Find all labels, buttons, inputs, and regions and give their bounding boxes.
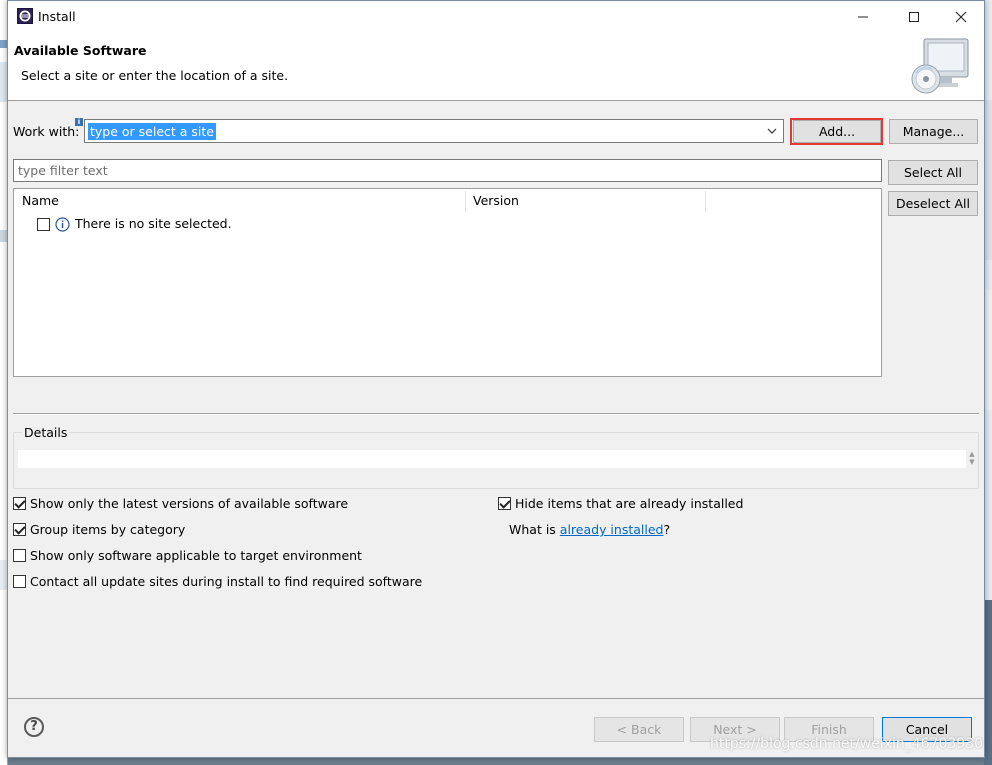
work-with-combo[interactable]: type or select a site xyxy=(84,119,784,143)
latest-versions-label[interactable]: Show only the latest versions of availab… xyxy=(30,496,348,511)
maximize-icon xyxy=(909,11,919,22)
select-all-button[interactable]: Select All xyxy=(888,160,978,185)
chevron-down-icon[interactable] xyxy=(765,124,779,138)
column-header-name[interactable]: Name xyxy=(14,189,465,213)
page-description: Select a site or enter the location of a… xyxy=(21,68,289,83)
already-installed-prefix: What is xyxy=(509,522,560,537)
group-by-category-label[interactable]: Group items by category xyxy=(30,522,185,537)
group-by-category-option[interactable]: Group items by category xyxy=(13,521,213,539)
contact-update-sites-label[interactable]: Contact all update sites during install … xyxy=(30,574,422,589)
minimize-button[interactable] xyxy=(840,1,886,32)
install-dialog: Install Available Software Select a site… xyxy=(7,0,985,758)
latest-versions-option[interactable]: Show only the latest versions of availab… xyxy=(13,495,348,513)
hide-installed-checkbox[interactable] xyxy=(498,497,511,510)
manage-sites-button[interactable]: Manage... xyxy=(889,119,978,144)
latest-versions-checkbox[interactable] xyxy=(13,497,26,510)
work-with-selected-text[interactable]: type or select a site xyxy=(88,123,216,140)
details-group: Details ▲ ▼ xyxy=(13,425,979,489)
deselect-all-button[interactable]: Deselect All xyxy=(888,191,978,216)
row-name: There is no site selected. xyxy=(75,216,232,231)
maximize-button[interactable] xyxy=(891,1,937,32)
eclipse-icon xyxy=(17,8,33,24)
install-software-icon xyxy=(911,38,969,94)
group-by-category-checkbox[interactable] xyxy=(13,523,26,536)
add-site-button[interactable]: Add... xyxy=(793,120,881,143)
already-installed-text: What is already installed? xyxy=(509,522,670,537)
page-title: Available Software xyxy=(14,43,147,58)
window-title: Install xyxy=(38,9,76,24)
already-installed-link[interactable]: already installed xyxy=(560,522,664,537)
contact-update-sites-checkbox[interactable] xyxy=(13,575,26,588)
target-environment-label[interactable]: Show only software applicable to target … xyxy=(30,548,362,563)
filter-field[interactable] xyxy=(13,159,882,182)
background-fragment xyxy=(984,100,992,260)
software-table: Name Version There is no site selected. xyxy=(13,188,882,377)
table-row[interactable]: There is no site selected. xyxy=(14,213,614,233)
row-checkbox[interactable] xyxy=(37,218,50,231)
watermark: https://blog.csdn.net/weixin_46703930 xyxy=(710,736,984,752)
info-icon xyxy=(55,217,70,232)
divider xyxy=(13,413,979,415)
wizard-header: Available Software Select a site or ente… xyxy=(8,32,984,101)
target-environment-option[interactable]: Show only software applicable to target … xyxy=(13,547,362,565)
back-button[interactable]: < Back xyxy=(594,717,684,742)
contact-update-sites-option[interactable]: Contact all update sites during install … xyxy=(13,573,422,591)
close-icon xyxy=(955,11,967,22)
details-scrollbar[interactable]: ▲ ▼ xyxy=(966,450,978,468)
details-title: Details xyxy=(22,425,70,440)
target-environment-checkbox[interactable] xyxy=(13,549,26,562)
title-bar: Install xyxy=(8,1,984,32)
help-icon[interactable]: ? xyxy=(24,717,44,737)
hide-installed-label[interactable]: Hide items that are already installed xyxy=(515,496,743,511)
work-with-label: Work with: xyxy=(13,124,80,139)
already-installed-suffix: ? xyxy=(663,522,671,537)
footer-divider xyxy=(8,698,984,699)
background-fragment xyxy=(984,290,992,410)
details-text-area[interactable] xyxy=(18,450,966,468)
info-decoration-icon: i xyxy=(75,118,83,126)
column-header-version[interactable]: Version xyxy=(465,189,705,213)
column-divider xyxy=(705,191,706,212)
hide-installed-option[interactable]: Hide items that are already installed xyxy=(498,495,743,513)
background-window-right xyxy=(984,0,992,765)
close-button[interactable] xyxy=(938,1,984,32)
background-fragment xyxy=(984,600,992,765)
filter-input[interactable] xyxy=(14,160,881,181)
minimize-icon xyxy=(858,16,868,17)
